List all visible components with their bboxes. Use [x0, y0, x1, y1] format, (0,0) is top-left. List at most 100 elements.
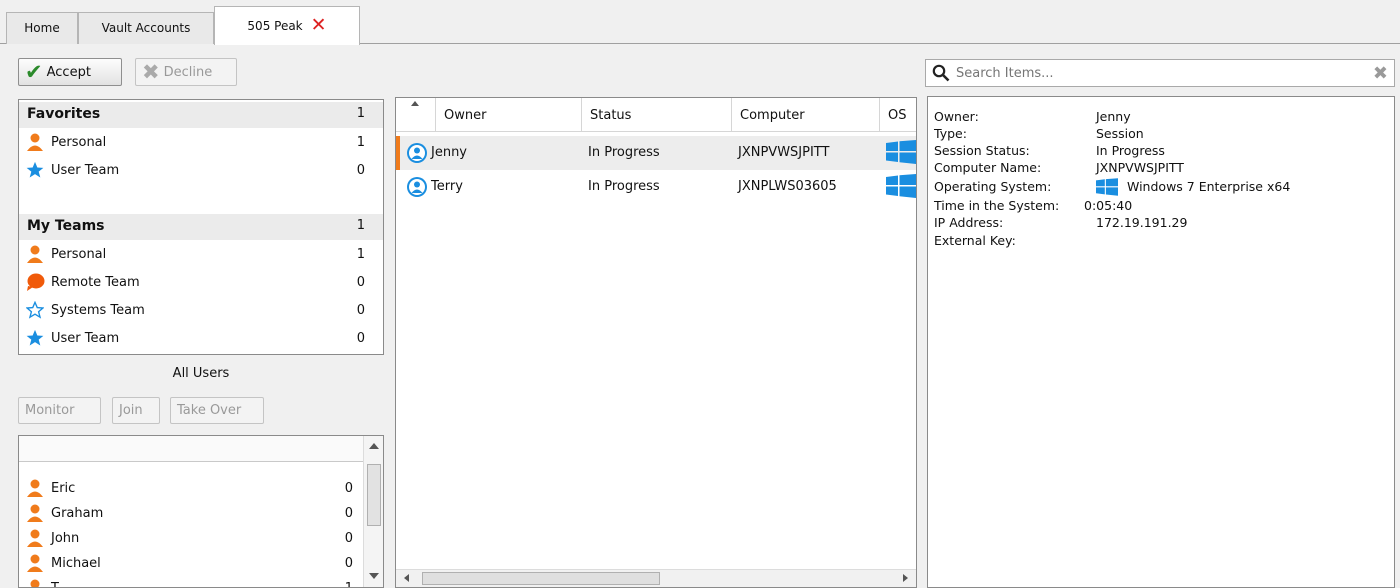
my-teams-header[interactable]: My Teams 1 — [19, 214, 383, 240]
column-label: Owner — [444, 108, 487, 123]
user-name: Graham — [51, 505, 104, 521]
detail-label-operating-system: Operating System: — [934, 179, 1052, 194]
users-list: Eric 0 Graham 0 John 0 Michael 0 T 1 — [18, 435, 384, 588]
team-item-personal[interactable]: Personal 1 — [19, 240, 383, 268]
clear-search-icon[interactable]: ✖ — [1373, 63, 1388, 84]
sort-asc-icon — [411, 101, 419, 106]
person-icon — [25, 528, 45, 548]
tab-505-peak[interactable]: 505 Peak ✕ — [214, 6, 360, 45]
detail-label-session-status: Session Status: — [934, 143, 1030, 158]
user-row-graham[interactable]: Graham 0 — [19, 499, 363, 527]
item-count: 0 — [356, 274, 365, 290]
details-panel: Owner: Jenny Type: Session Session Statu… — [927, 96, 1395, 588]
tab-label: 505 Peak — [247, 19, 303, 33]
decline-button[interactable]: ✖ Decline — [135, 58, 237, 86]
person-icon — [25, 244, 45, 264]
user-name: T — [51, 580, 59, 588]
person-icon — [25, 553, 45, 573]
user-row-partial[interactable]: T 1 — [19, 574, 363, 588]
session-row-jenny[interactable]: Jenny In Progress JXNPVWSJPITT — [396, 136, 916, 170]
item-label: Systems Team — [51, 302, 145, 318]
team-item-remote-team[interactable]: Remote Team 0 — [19, 268, 383, 296]
take-over-button[interactable]: Take Over — [170, 397, 264, 424]
item-count: 1 — [356, 134, 365, 150]
star-icon — [25, 328, 45, 348]
user-circle-icon — [406, 176, 428, 202]
column-computer[interactable]: Computer — [732, 98, 880, 132]
item-label: Personal — [51, 246, 107, 262]
favorites-count: 1 — [356, 106, 365, 121]
search-input[interactable] — [956, 63, 1356, 83]
sessions-h-scrollbar[interactable] — [396, 569, 916, 587]
sort-column[interactable] — [396, 98, 436, 132]
scroll-right-arrow-icon[interactable] — [903, 574, 908, 582]
user-row-eric[interactable]: Eric 0 — [19, 474, 363, 502]
windows-logo-icon — [1096, 178, 1118, 200]
tab-strip: Home Vault Accounts 505 Peak ✕ — [0, 0, 1400, 45]
h-scroll-thumb[interactable] — [422, 572, 660, 585]
scroll-left-arrow-icon[interactable] — [404, 574, 409, 582]
detail-label-external-key: External Key: — [934, 233, 1016, 248]
column-label: Status — [590, 108, 632, 123]
close-tab-icon[interactable]: ✕ — [311, 16, 327, 35]
user-count: 0 — [344, 555, 353, 571]
join-label: Join — [119, 403, 143, 418]
column-owner[interactable]: Owner — [436, 98, 582, 132]
team-item-user-team[interactable]: User Team 0 — [19, 324, 383, 352]
tab-home[interactable]: Home — [6, 12, 78, 44]
search-icon — [932, 64, 950, 86]
scroll-thumb[interactable] — [367, 464, 381, 526]
check-icon: ✔ — [25, 59, 43, 84]
search-box: ✖ — [925, 59, 1395, 87]
tab-vault-accounts[interactable]: Vault Accounts — [78, 12, 214, 44]
windows-logo-icon — [886, 174, 916, 202]
star-outline-icon — [25, 300, 45, 320]
user-name: Michael — [51, 555, 101, 571]
session-status: In Progress — [588, 179, 660, 194]
user-circle-icon — [406, 142, 428, 168]
item-label: User Team — [51, 162, 120, 178]
user-row-michael[interactable]: Michael 0 — [19, 549, 363, 577]
column-status[interactable]: Status — [582, 98, 732, 132]
scroll-down-arrow-icon[interactable] — [369, 573, 379, 579]
item-count: 0 — [356, 302, 365, 318]
my-teams-title: My Teams — [27, 218, 105, 234]
monitor-button[interactable]: Monitor — [18, 397, 101, 424]
users-scrollbar[interactable] — [363, 436, 383, 587]
users-list-header — [19, 436, 363, 462]
person-icon — [25, 478, 45, 498]
detail-value-time-in-system: 0:05:40 — [1084, 198, 1133, 213]
star-icon — [25, 160, 45, 180]
all-users-title: All Users — [172, 366, 230, 381]
join-button[interactable]: Join — [112, 397, 160, 424]
scroll-up-arrow-icon[interactable] — [369, 443, 379, 449]
tab-label: Vault Accounts — [101, 21, 191, 35]
session-row-terry[interactable]: Terry In Progress JXNPLWS03605 — [396, 170, 916, 204]
decline-label: Decline — [163, 64, 213, 80]
user-row-john[interactable]: John 0 — [19, 524, 363, 552]
detail-label-type: Type: — [934, 126, 967, 141]
detail-value-computer-name: JXNPVWSJPITT — [1096, 160, 1184, 175]
accept-button[interactable]: ✔ Accept — [18, 58, 122, 86]
favorites-title: Favorites — [27, 106, 101, 122]
favorites-item-user-team[interactable]: User Team 0 — [19, 156, 383, 184]
person-icon — [25, 503, 45, 523]
user-count: 0 — [344, 480, 353, 496]
accept-label: Accept — [46, 64, 91, 80]
take-over-label: Take Over — [177, 403, 242, 418]
detail-label-owner: Owner: — [934, 109, 979, 124]
person-icon — [25, 132, 45, 152]
teams-panel: Favorites 1 Personal 1 User Team 0 My Te… — [18, 99, 384, 355]
column-label: OS — [888, 108, 907, 123]
x-icon: ✖ — [142, 59, 160, 84]
column-label: Computer — [740, 108, 805, 123]
item-count: 0 — [356, 330, 365, 346]
session-status: In Progress — [588, 145, 660, 160]
favorites-item-personal[interactable]: Personal 1 — [19, 128, 383, 156]
session-computer: JXNPVWSJPITT — [738, 145, 830, 160]
column-os[interactable]: OS — [880, 98, 916, 132]
detail-label-ip-address: IP Address: — [934, 215, 1004, 230]
detail-label-computer-name: Computer Name: — [934, 160, 1042, 175]
favorites-header[interactable]: Favorites 1 — [19, 102, 383, 128]
team-item-systems-team[interactable]: Systems Team 0 — [19, 296, 383, 324]
